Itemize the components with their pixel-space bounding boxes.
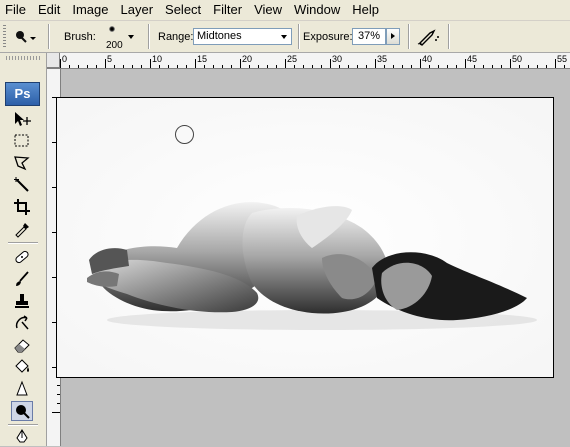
move-tool[interactable] (11, 109, 33, 129)
range-select[interactable]: Midtones (193, 28, 292, 45)
exposure-label: Exposure: (303, 31, 353, 43)
eyedropper-icon (15, 223, 29, 238)
toolbox-grip[interactable] (6, 56, 40, 60)
document-canvas[interactable] (56, 97, 554, 378)
toolbox: Ps (0, 53, 47, 446)
history-brush-icon (15, 315, 29, 330)
eraser-icon (14, 339, 30, 353)
ruler-label: 50 (512, 54, 523, 64)
horizontal-ruler: 0 5 10 15 20 25 30 35 40 45 50 55 (47, 53, 570, 69)
separator (408, 24, 409, 49)
menu-select[interactable]: Select (159, 0, 207, 20)
exposure-input[interactable]: 37% (352, 28, 386, 45)
marquee-tool[interactable] (11, 131, 33, 151)
menu-bar: File Edit Image Layer Select Filter View… (0, 0, 570, 21)
menu-filter[interactable]: Filter (207, 0, 248, 20)
options-bar: Brush: 200 Range: Midtones Exposure: 37% (0, 21, 570, 53)
toolbox-separator (8, 424, 38, 425)
photo-figure (57, 98, 553, 377)
burn-tool-icon (16, 31, 36, 43)
pen-tool[interactable] (11, 427, 33, 447)
menu-edit[interactable]: Edit (32, 0, 66, 20)
ruler-label: 0 (62, 54, 68, 64)
ruler-label: 40 (422, 54, 433, 64)
ruler-label: 35 (377, 54, 388, 64)
ruler-label: 30 (332, 54, 343, 64)
brush-icon (16, 271, 29, 286)
menu-help[interactable]: Help (346, 0, 385, 20)
crop-tool[interactable] (11, 197, 33, 217)
marquee-icon (14, 134, 29, 147)
range-value: Midtones (197, 30, 242, 42)
range-label: Range: (158, 31, 194, 43)
brush-preview-icon[interactable] (109, 26, 115, 32)
stamp-icon (15, 294, 29, 308)
chevron-down-icon (281, 35, 287, 39)
menu-image[interactable]: Image (66, 0, 114, 20)
separator (448, 24, 449, 49)
menu-window[interactable]: Window (288, 0, 346, 20)
bandage-icon (15, 250, 29, 264)
eyedropper-tool[interactable] (11, 219, 33, 239)
ruler-label: 10 (152, 54, 163, 64)
healing-brush-tool[interactable] (11, 247, 33, 267)
ruler-corner (47, 53, 60, 68)
airbrush-button[interactable] (415, 27, 441, 47)
menu-layer[interactable]: Layer (115, 0, 160, 20)
ruler-label: 45 (467, 54, 478, 64)
exposure-slider-button[interactable] (386, 28, 400, 45)
brush-size: 200 (106, 40, 123, 51)
ruler-label: 25 (287, 54, 298, 64)
photoshop-logo[interactable]: Ps (5, 82, 40, 106)
ruler-label: 15 (197, 54, 208, 64)
history-brush-tool[interactable] (11, 313, 33, 333)
paint-bucket-icon (15, 359, 29, 373)
blur-tool[interactable] (11, 379, 33, 399)
separator (298, 24, 299, 49)
brush-dropdown-icon[interactable] (128, 35, 134, 39)
ruler-label: 20 (242, 54, 253, 64)
options-grip[interactable] (3, 25, 6, 48)
brush-label: Brush: (64, 31, 96, 43)
magic-wand-icon (14, 177, 29, 192)
menu-file[interactable]: File (0, 0, 32, 20)
brush-cursor (175, 125, 194, 144)
burn-tool[interactable] (11, 401, 33, 421)
airbrush-icon (417, 29, 439, 46)
move-icon (15, 112, 31, 126)
separator (148, 24, 149, 49)
eraser-tool[interactable] (11, 335, 33, 355)
paint-bucket-tool[interactable] (11, 357, 33, 377)
separator (48, 24, 49, 49)
lasso-tool[interactable] (11, 153, 33, 173)
ruler-label: 55 (557, 54, 568, 64)
ruler-ticks (60, 59, 565, 68)
toolbox-separator (8, 242, 38, 243)
polygonal-lasso-icon (14, 156, 30, 171)
burn-icon (16, 405, 30, 419)
menu-view[interactable]: View (248, 0, 288, 20)
crop-icon (14, 199, 30, 215)
clone-stamp-tool[interactable] (11, 291, 33, 311)
pen-icon (16, 429, 28, 443)
brush-tool[interactable] (11, 269, 33, 289)
tool-preset-picker[interactable] (12, 28, 38, 46)
blur-icon (16, 380, 28, 396)
ruler-label: 5 (107, 54, 113, 64)
magic-wand-tool[interactable] (11, 175, 33, 195)
